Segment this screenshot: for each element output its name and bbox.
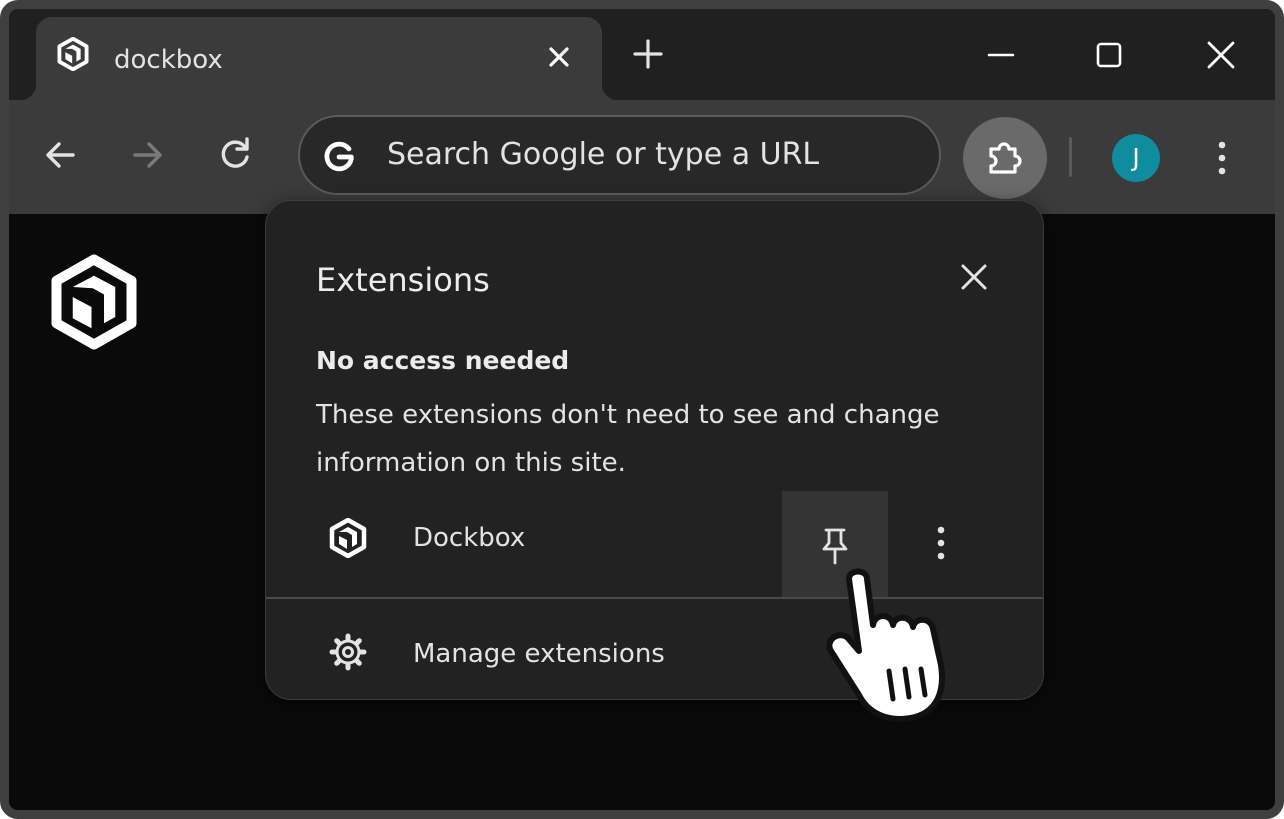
tab-close-icon[interactable] bbox=[544, 42, 574, 72]
extension-name: Dockbox bbox=[413, 523, 526, 553]
manage-extensions-label: Manage extensions bbox=[413, 639, 665, 669]
dockbox-logo-icon bbox=[51, 254, 137, 350]
toolbar-separator bbox=[1069, 137, 1072, 177]
new-tab-plus-icon[interactable] bbox=[629, 35, 667, 73]
forward-arrow-icon[interactable] bbox=[125, 133, 169, 177]
popup-title: Extensions bbox=[316, 261, 490, 299]
close-icon[interactable] bbox=[954, 257, 994, 297]
gear-icon bbox=[329, 633, 367, 671]
address-bar-placeholder: Search Google or type a URL bbox=[387, 137, 820, 172]
tab-strip: dockbox bbox=[9, 9, 1275, 100]
back-arrow-icon[interactable] bbox=[39, 133, 83, 177]
kebab-menu-icon[interactable] bbox=[1204, 136, 1240, 180]
toolbar: Search Google or type a URL J bbox=[9, 100, 1275, 214]
close-window-icon[interactable] bbox=[1201, 35, 1241, 75]
hand-pointer-cursor-icon bbox=[826, 568, 945, 722]
pin-icon bbox=[822, 528, 848, 565]
section-description: These extensions don't need to see and c… bbox=[316, 400, 940, 478]
dockbox-logo-icon bbox=[329, 518, 367, 558]
extension-more-options-icon[interactable] bbox=[921, 521, 961, 565]
profile-avatar[interactable]: J bbox=[1112, 134, 1160, 182]
extensions-button[interactable] bbox=[963, 117, 1047, 199]
section-heading: No access needed bbox=[316, 346, 570, 375]
google-g-icon bbox=[324, 141, 354, 172]
minimize-icon[interactable] bbox=[981, 35, 1021, 75]
reload-icon[interactable] bbox=[213, 133, 257, 177]
address-bar[interactable]: Search Google or type a URL bbox=[298, 115, 941, 195]
browser-window: dockbox Search Google or type a URL J Ex… bbox=[0, 0, 1284, 819]
dockbox-logo-icon bbox=[57, 37, 89, 71]
tab-title: dockbox bbox=[114, 45, 223, 75]
maximize-icon[interactable] bbox=[1089, 35, 1129, 75]
tab-dockbox[interactable]: dockbox bbox=[20, 17, 618, 100]
puzzle-piece-icon bbox=[989, 142, 1022, 174]
